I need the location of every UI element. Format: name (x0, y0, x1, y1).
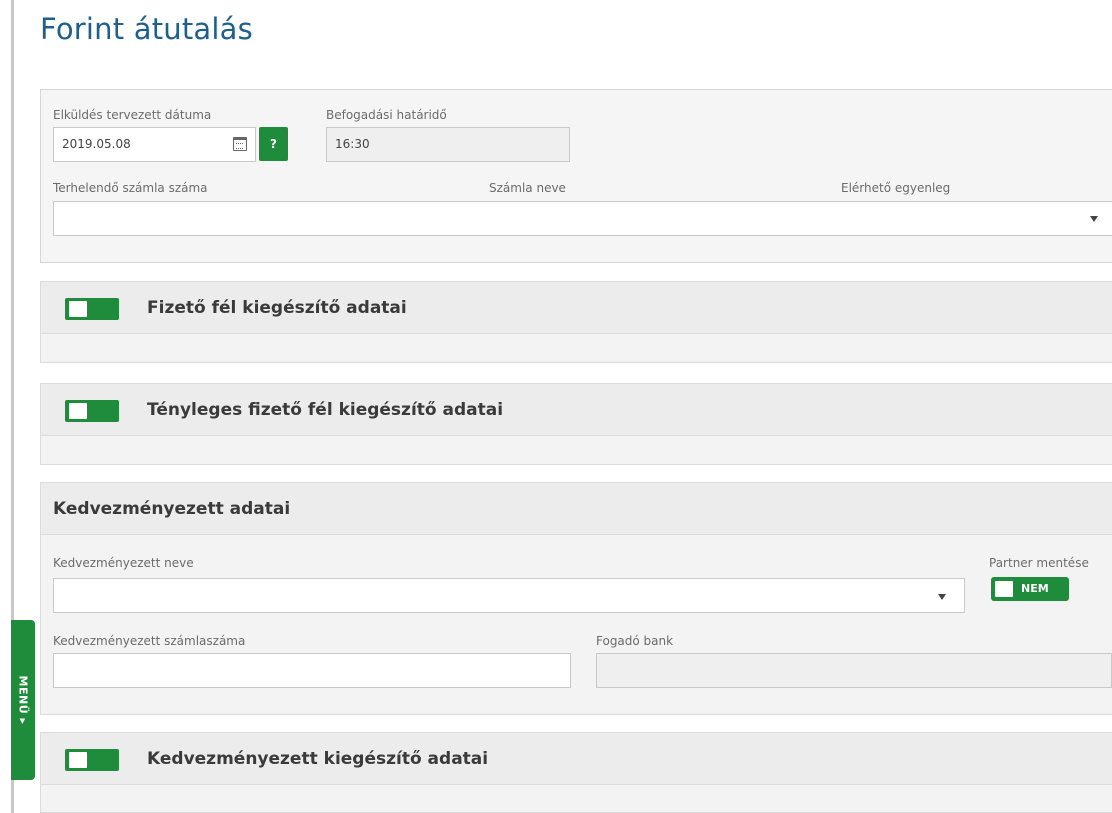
chevron-down-icon[interactable] (938, 594, 946, 600)
transfer-details-panel: Elküldés tervezett dátuma 2019.05.08 ? B… (40, 89, 1112, 263)
payer-extra-header[interactable]: Fizető fél kiegészítő adatai (40, 281, 1112, 333)
chevron-down-icon[interactable] (1090, 216, 1098, 222)
page-title: Forint átutalás (40, 12, 253, 46)
calendar-icon[interactable] (233, 137, 247, 151)
toggle-knob (69, 752, 87, 768)
beneficiary-title: Kedvezményezett adatai (53, 499, 291, 519)
beneficiary-name-label: Kedvezményezett neve (53, 556, 194, 570)
side-menu-label: MENÜ ▸ (16, 675, 30, 725)
actual-payer-extra-body (40, 435, 1112, 465)
beneficiary-account-input[interactable] (53, 653, 571, 688)
receiving-bank-label: Fogadó bank (596, 634, 674, 648)
payer-extra-toggle[interactable] (65, 298, 119, 320)
beneficiary-header: Kedvezményezett adatai (40, 482, 1112, 534)
help-button[interactable]: ? (259, 127, 288, 161)
debit-account-select[interactable] (53, 201, 1112, 236)
partner-save-toggle[interactable]: NEM (991, 577, 1069, 601)
beneficiary-extra-toggle[interactable] (65, 749, 119, 771)
beneficiary-extra-header[interactable]: Kedvezményezett kiegészítő adatai (40, 732, 1112, 784)
actual-payer-extra-toggle[interactable] (65, 400, 119, 422)
beneficiary-extra-title: Kedvezményezett kiegészítő adatai (147, 749, 489, 769)
deadline-field: 16:30 (326, 127, 570, 162)
deadline-value: 16:30 (335, 137, 370, 151)
beneficiary-body: Kedvezményezett neve Partner mentése NEM… (40, 534, 1112, 715)
side-menu-tab[interactable]: MENÜ ▸ (11, 620, 35, 780)
debit-account-label: Terhelendő számla száma (53, 181, 208, 195)
available-balance-label: Elérhető egyenleg (841, 181, 951, 195)
send-date-value: 2019.05.08 (62, 137, 131, 151)
payer-extra-body (40, 333, 1112, 363)
beneficiary-account-label: Kedvezményezett számlaszáma (53, 634, 246, 648)
send-date-input[interactable]: 2019.05.08 (53, 127, 256, 162)
send-date-label: Elküldés tervezett dátuma (53, 108, 212, 122)
partner-save-toggle-text: NEM (1021, 582, 1049, 595)
actual-payer-extra-title: Tényleges fizető fél kiegészítő adatai (147, 400, 504, 420)
receiving-bank-field (596, 653, 1112, 688)
payer-extra-title: Fizető fél kiegészítő adatai (147, 298, 407, 318)
account-name-label: Számla neve (489, 181, 566, 195)
toggle-knob (69, 301, 87, 317)
beneficiary-extra-body (40, 784, 1112, 813)
partner-save-label: Partner mentése (989, 556, 1089, 570)
beneficiary-name-select[interactable] (53, 578, 965, 613)
deadline-label: Befogadási határidő (326, 108, 447, 122)
toggle-knob (995, 581, 1013, 597)
actual-payer-extra-header[interactable]: Tényleges fizető fél kiegészítő adatai (40, 383, 1112, 435)
toggle-knob (69, 403, 87, 419)
